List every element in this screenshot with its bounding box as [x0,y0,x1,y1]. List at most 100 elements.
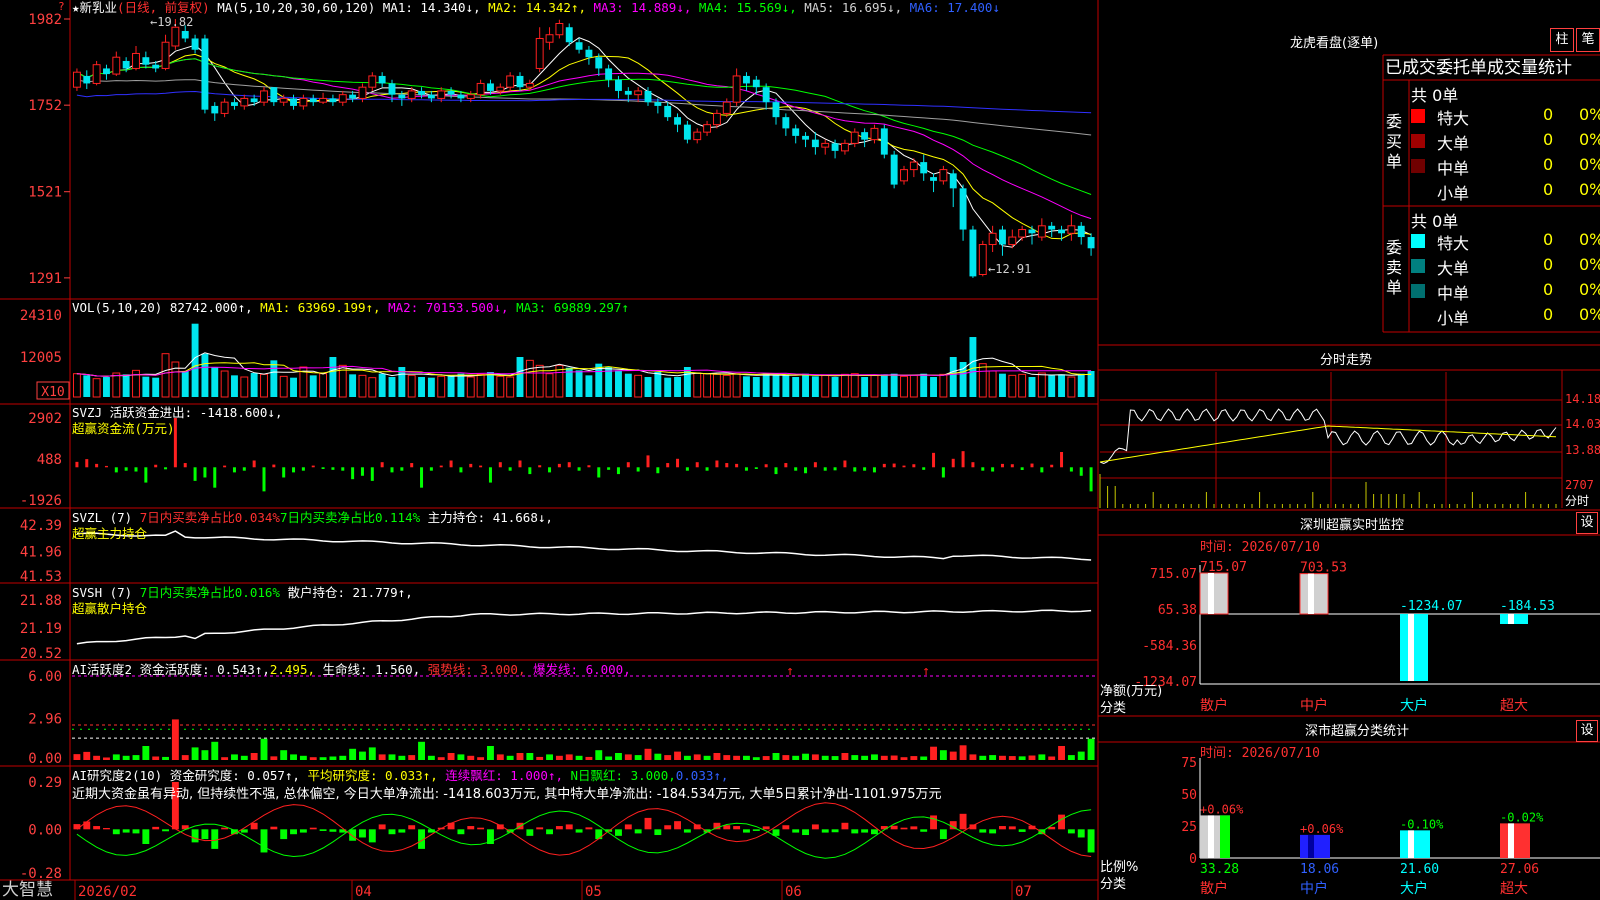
volume-bar [674,377,681,397]
buy-side-label: 委买单 [1386,112,1403,171]
order-row-4: 小单 0 0% [1411,305,1600,328]
ai-research-bar [142,829,150,844]
candle-body [585,49,593,58]
ai-activity-bar [93,755,101,760]
research-line-green [76,809,1092,859]
ai-research-bar [575,829,583,833]
capital-flow-bar [203,467,207,478]
intraday-avg-line [1099,425,1557,463]
volume-bar [999,373,1006,397]
price-tick-label: 1291 [28,271,62,287]
ai-research-bar [122,829,130,833]
volume-bar [112,372,121,398]
candle-body [142,57,150,65]
ai-activity-bar [231,754,238,760]
candle-body [201,38,209,110]
price-tick-label: 1521 [28,185,62,201]
ai-research-a: 资金研究度: 0.057↑, [169,768,300,783]
volume-bar [250,373,258,397]
capital-flow-bar [892,463,896,468]
volume-ma3: MA3: 69889.297↑ [516,300,629,315]
favorite-star-icon[interactable]: ★ [72,0,80,15]
sz-settings-button[interactable]: 设 [1576,512,1598,534]
sz-category-label: 散户 [1200,697,1228,714]
svsh-header: SVSH (7) 7日内买卖净占比0.016% 散户持仓: 21.779↑, 超… [72,585,413,617]
order-row-pct: 0% [1579,280,1600,299]
capital-flow-bar [616,467,620,475]
candle-body [900,169,908,182]
candle-body [792,128,800,136]
capital-flow-bar [95,463,99,468]
capital-flow-bar [301,467,305,471]
low-annotation: ←12.91 [988,262,1031,276]
ai-activity-bar [299,755,307,760]
volume-bar [388,377,396,397]
volume-bar [1058,374,1065,397]
volume-bar [220,370,229,398]
ai-research-bar [811,824,819,830]
ai-research-bar [979,829,987,833]
tick-mode-button[interactable]: 笔 [1576,28,1600,52]
volume-header: VOL(5,10,20) 82742.000↑, MA1: 63969.199↑… [72,300,629,316]
svsh-tick-label: 21.88 [20,593,62,609]
capital-flow-bar [666,463,670,468]
ai-research-bar [939,829,947,840]
capital-flow-bar [902,465,906,468]
bar-mode-button[interactable]: 柱 [1550,28,1574,52]
candle-body [850,131,859,144]
ai-activity-bar [880,755,888,760]
volume-bar [712,373,721,398]
sh-value-label: 33.28 [1200,862,1239,877]
stock-name[interactable]: 新乳业 [80,0,118,15]
ai-research-bar [565,824,573,830]
volume-bar [290,377,297,397]
sz-value-label: 703.53 [1300,561,1347,576]
candle-body [506,75,515,88]
candle-body [191,38,199,50]
ai-research-bar [112,829,120,835]
ai-activity-bar [191,747,199,760]
capital-flow-bar [1030,463,1034,468]
order-row-2: 大单 0 0% [1411,130,1600,153]
candle-body [496,86,505,92]
ai-activity-bar [339,755,347,760]
ai-research-bar [851,829,859,834]
sh-tick-label: 75 [1181,756,1197,771]
svzj-tick-label: 2902 [28,411,62,427]
capital-flow-bar [528,467,532,475]
ai-activity-header: AI活跃度2 资金活跃度: 0.543↑,2.495, 生命线: 1.560, … [72,662,631,678]
order-row-label: 大单 [1437,259,1470,278]
candle-body [329,98,337,103]
ai-research-bar [999,826,1006,830]
candle-body [437,90,446,99]
intraday-tick-label: 2707 [1565,478,1594,492]
candle-body [831,143,839,151]
scroll-icon[interactable]: ? [58,0,65,13]
ai-activity-bar [388,754,396,760]
ai-activity-bar [615,753,622,760]
candle-body [693,131,702,141]
ai-activity-c: 生命线: 1.560, [322,662,421,677]
ai-research-bar [644,817,652,830]
brand-logo[interactable]: 大智慧 [2,880,53,900]
ai-activity-bar [103,757,110,760]
candle-body [1058,229,1065,234]
volume-bar [407,374,416,398]
volume-bar [821,374,830,398]
sz-axis-label-2: 分类 [1100,701,1127,716]
capital-flow-bar [1060,452,1064,468]
candle-body [535,37,544,69]
sh-change-label: -0.02% [1500,810,1544,824]
sh-settings-button[interactable]: 设 [1576,720,1598,742]
capital-flow-bar [833,467,837,471]
candle-body [575,42,583,50]
ai-activity-bar [280,750,288,760]
volume-bar [920,373,928,397]
ai-activity-bar [920,756,928,760]
candle-body [299,97,308,107]
ai-research-bar [585,827,593,830]
period-label[interactable]: (日线, 前复权) [117,0,210,15]
ai-research-bar [1018,829,1026,832]
volume-bar [850,373,859,398]
x-axis-label: 04 [355,884,372,900]
